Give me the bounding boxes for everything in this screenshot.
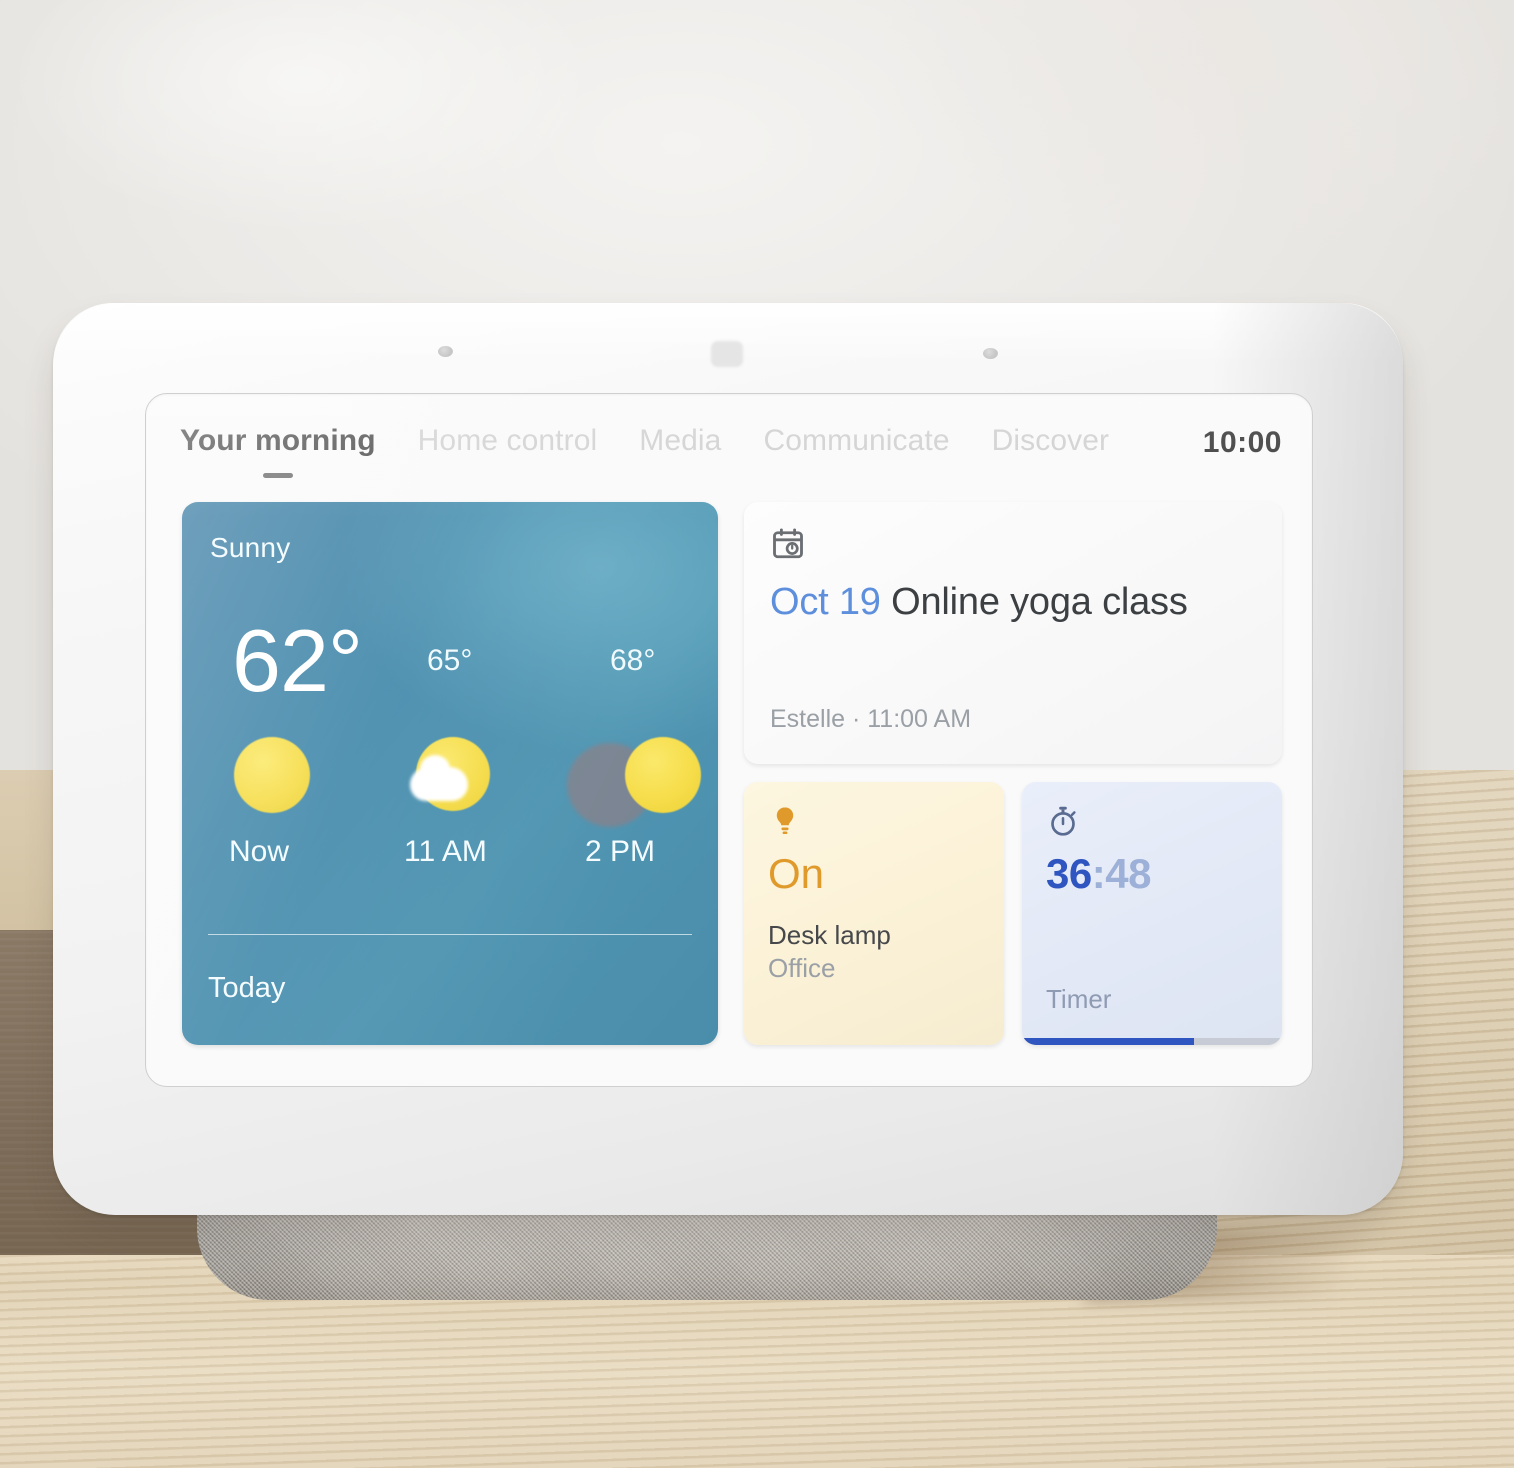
timer-seconds: :48 — [1091, 850, 1152, 897]
timer-progress-track — [1022, 1038, 1282, 1045]
timer-label: Timer — [1046, 984, 1112, 1014]
tab-your-morning[interactable]: Your morning — [180, 424, 376, 478]
dashboard-content: Sunny 62° 65° 68° Now 11 AM 2 PM Today O… — [182, 502, 1282, 1062]
ambient-light-sensor-icon — [711, 341, 743, 367]
calendar-event-subtitle: Estelle · 11:00 AM — [770, 705, 972, 733]
desk-lamp-tile[interactable]: On Desk lamp Office — [744, 782, 1004, 1045]
lamp-state-label: On — [768, 850, 825, 897]
tab-communicate-label: Communicate — [763, 424, 950, 457]
tab-media-label: Media — [639, 424, 722, 457]
status-clock: 10:00 — [1202, 426, 1282, 459]
sun-disc — [234, 737, 310, 813]
device-screen[interactable]: Your morning Home control Media Communic… — [145, 393, 1313, 1087]
weather-forecast-time-0: Now — [229, 835, 290, 868]
weather-card[interactable]: Sunny 62° 65° 68° Now 11 AM 2 PM Today — [182, 502, 718, 1045]
weather-card-divider — [208, 934, 692, 935]
weather-current-temperature: 62° — [232, 611, 363, 710]
calendar-event-name: Online yoga class — [891, 581, 1188, 623]
scene: Your morning Home control Media Communic… — [0, 0, 1514, 1468]
tab-your-morning-label: Your morning — [180, 424, 376, 457]
top-navigation-bar: Your morning Home control Media Communic… — [146, 394, 1312, 492]
calendar-event-title: Oct 19 Online yoga class — [770, 581, 1256, 624]
weather-today-label: Today — [208, 972, 286, 1004]
timer-remaining-time: 36:48 — [1046, 853, 1258, 895]
weather-forecast-time-2: 2 PM — [585, 835, 656, 868]
tab-communicate[interactable]: Communicate — [763, 424, 949, 462]
timer-progress-fill — [1022, 1038, 1194, 1045]
tab-media[interactable]: Media — [639, 424, 721, 462]
calendar-event-card[interactable]: Oct 19 Online yoga class Estelle · 11:00… — [744, 502, 1282, 764]
weather-forecast-temp-1: 65° — [427, 644, 473, 677]
weather-forecast-time-1: 11 AM — [404, 835, 487, 868]
white-cloud-shape — [410, 755, 468, 801]
tab-home-control-label: Home control — [417, 424, 598, 457]
right-column: Oct 19 Online yoga class Estelle · 11:00… — [744, 502, 1282, 1062]
lamp-device-name: Desk lamp — [768, 920, 891, 950]
timer-minutes: 36 — [1046, 850, 1092, 897]
tab-discover-label: Discover — [991, 424, 1110, 457]
timer-tile[interactable]: 36:48 Timer — [1022, 782, 1282, 1045]
tab-home-control[interactable]: Home control — [418, 424, 598, 462]
light-bulb-icon — [776, 807, 794, 835]
lamp-room-name: Office — [768, 952, 836, 983]
weather-forecast-temp-2: 68° — [610, 644, 656, 677]
tab-discover[interactable]: Discover — [992, 424, 1110, 462]
microphone-sensor-icon — [438, 346, 453, 357]
calendar-event-date: Oct 19 — [770, 581, 881, 623]
weather-condition-label: Sunny — [210, 532, 291, 563]
stopwatch-icon — [1051, 806, 1076, 836]
sun-disc — [625, 737, 701, 813]
microphone-sensor-right-icon — [983, 348, 998, 359]
active-tab-indicator — [262, 473, 293, 478]
bottom-tiles-row: On Desk lamp Office 36:48 Timer — [744, 782, 1282, 1045]
calendar-clock-icon — [773, 528, 803, 559]
